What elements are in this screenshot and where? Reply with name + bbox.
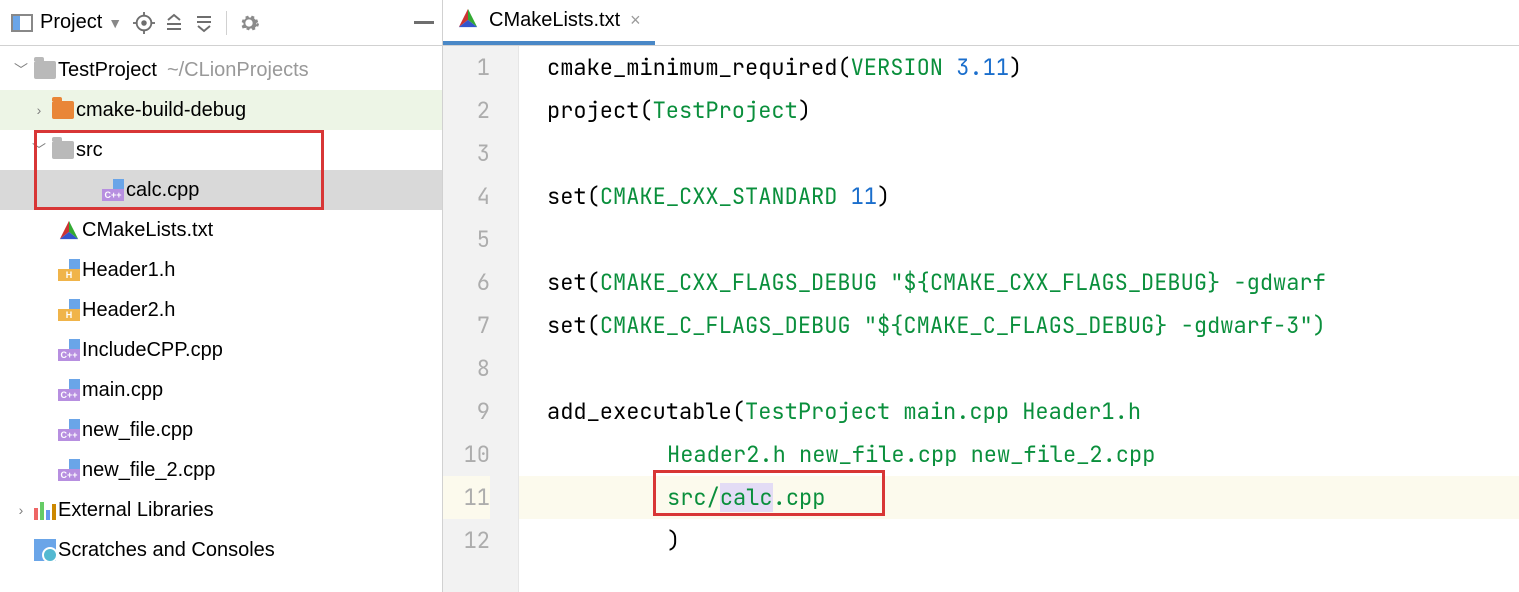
- gutter-line: 4: [443, 175, 490, 218]
- folder-icon: [50, 101, 76, 119]
- tree-item-includecpp[interactable]: C++ IncludeCPP.cpp: [0, 330, 442, 370]
- dropdown-arrow-icon: ▼: [108, 15, 122, 31]
- tree-item-calc-cpp[interactable]: C++ calc.cpp: [0, 170, 442, 210]
- tree-label: main.cpp: [82, 379, 163, 402]
- scratches-icon: [32, 539, 58, 561]
- project-panel: Project ▼ ﹀ T: [0, 0, 443, 592]
- code-line[interactable]: project(TestProject): [519, 89, 1519, 132]
- gutter-line: 9: [443, 390, 490, 433]
- tree-item-scratches[interactable]: Scratches and Consoles: [0, 530, 442, 570]
- tree-label: new_file_2.cpp: [82, 459, 215, 482]
- tree-label: calc.cpp: [126, 179, 199, 202]
- project-toolbar: Project ▼: [0, 0, 442, 46]
- tree-path: ~/CLionProjects: [167, 59, 309, 82]
- cpp-file-icon: C++: [100, 179, 126, 201]
- tree-item-external-libraries[interactable]: › External Libraries: [0, 490, 442, 530]
- tree-item-newfile2[interactable]: C++ new_file_2.cpp: [0, 450, 442, 490]
- tab-cmakelists[interactable]: CMakeLists.txt ×: [443, 0, 655, 45]
- cmake-file-icon: [56, 219, 82, 241]
- expand-all-icon[interactable]: [162, 11, 186, 35]
- code-area[interactable]: cmake_minimum_required(VERSION 3.11) pro…: [519, 46, 1519, 592]
- gutter-line: 1: [443, 46, 490, 89]
- chevron-right-icon[interactable]: ›: [10, 502, 32, 518]
- tree-item-header2[interactable]: H Header2.h: [0, 290, 442, 330]
- code-line[interactable]: [519, 132, 1519, 175]
- hide-icon[interactable]: [412, 11, 436, 35]
- gear-icon[interactable]: [237, 11, 261, 35]
- code-line[interactable]: add_executable(TestProject main.cpp Head…: [519, 390, 1519, 433]
- gutter-line: 5: [443, 218, 490, 261]
- code-line[interactable]: cmake_minimum_required(VERSION 3.11): [519, 46, 1519, 89]
- cpp-file-icon: C++: [56, 379, 82, 401]
- cmake-file-icon: [457, 7, 479, 35]
- tree-item-header1[interactable]: H Header1.h: [0, 250, 442, 290]
- toolbar-separator: [226, 11, 227, 35]
- tree-label: cmake-build-debug: [76, 99, 246, 122]
- project-window-icon: [10, 11, 34, 35]
- header-file-icon: H: [56, 299, 82, 321]
- tree-root[interactable]: ﹀ TestProject ~/CLionProjects: [0, 50, 442, 90]
- code-line[interactable]: set(CMAKE_CXX_FLAGS_DEBUG "${CMAKE_CXX_F…: [519, 261, 1519, 304]
- project-view-selector[interactable]: Project ▼: [6, 9, 126, 37]
- close-icon[interactable]: ×: [630, 10, 641, 31]
- gutter-line: 6: [443, 261, 490, 304]
- tree-label: IncludeCPP.cpp: [82, 339, 223, 362]
- cpp-file-icon: C++: [56, 419, 82, 441]
- gutter-line: 12: [443, 519, 490, 562]
- tree-item-src[interactable]: ﹀ src: [0, 130, 442, 170]
- editor-tabs: CMakeLists.txt ×: [443, 0, 1519, 46]
- cpp-file-icon: C++: [56, 339, 82, 361]
- tree-label: src: [76, 139, 103, 162]
- chevron-down-icon[interactable]: ﹀: [10, 60, 32, 80]
- libraries-icon: [32, 500, 58, 520]
- tree-item-main[interactable]: C++ main.cpp: [0, 370, 442, 410]
- locate-icon[interactable]: [132, 11, 156, 35]
- collapse-all-icon[interactable]: [192, 11, 216, 35]
- code-line[interactable]: ): [519, 519, 1519, 562]
- chevron-down-icon[interactable]: ﹀: [28, 140, 50, 160]
- cpp-file-icon: C++: [56, 459, 82, 481]
- gutter-line: 8: [443, 347, 490, 390]
- editor-panel: CMakeLists.txt × 1 2 3 4 5 6 7 8 9 10 11…: [443, 0, 1519, 592]
- code-line[interactable]: src/calc.cpp: [519, 476, 1519, 519]
- tree-label: Header2.h: [82, 299, 175, 322]
- folder-icon: [50, 141, 76, 159]
- project-label: Project: [40, 11, 102, 34]
- tree-label: TestProject: [58, 59, 157, 82]
- gutter-line: 2: [443, 89, 490, 132]
- project-tree[interactable]: ﹀ TestProject ~/CLionProjects › cmake-bu…: [0, 46, 442, 592]
- code-line[interactable]: set(CMAKE_C_FLAGS_DEBUG "${CMAKE_C_FLAGS…: [519, 304, 1519, 347]
- code-line[interactable]: set(CMAKE_CXX_STANDARD 11): [519, 175, 1519, 218]
- gutter-line: 3: [443, 132, 490, 175]
- tree-label: External Libraries: [58, 499, 214, 522]
- tree-label: CMakeLists.txt: [82, 219, 213, 242]
- tree-item-cmake-build-debug[interactable]: › cmake-build-debug: [0, 90, 442, 130]
- tree-label: Header1.h: [82, 259, 175, 282]
- tree-label: Scratches and Consoles: [58, 539, 275, 562]
- tree-item-newfile[interactable]: C++ new_file.cpp: [0, 410, 442, 450]
- header-file-icon: H: [56, 259, 82, 281]
- gutter-line: 11: [443, 476, 490, 519]
- editor-body[interactable]: 1 2 3 4 5 6 7 8 9 10 11 12 cmake_minimum…: [443, 46, 1519, 592]
- tab-label: CMakeLists.txt: [489, 9, 620, 32]
- editor-gutter: 1 2 3 4 5 6 7 8 9 10 11 12: [443, 46, 519, 592]
- code-line[interactable]: Header2.h new_file.cpp new_file_2.cpp: [519, 433, 1519, 476]
- gutter-line: 10: [443, 433, 490, 476]
- code-line[interactable]: [519, 218, 1519, 261]
- tree-item-cmakelists[interactable]: CMakeLists.txt: [0, 210, 442, 250]
- gutter-line: 7: [443, 304, 490, 347]
- code-line[interactable]: [519, 347, 1519, 390]
- tree-label: new_file.cpp: [82, 419, 193, 442]
- folder-icon: [32, 61, 58, 79]
- chevron-right-icon[interactable]: ›: [28, 102, 50, 118]
